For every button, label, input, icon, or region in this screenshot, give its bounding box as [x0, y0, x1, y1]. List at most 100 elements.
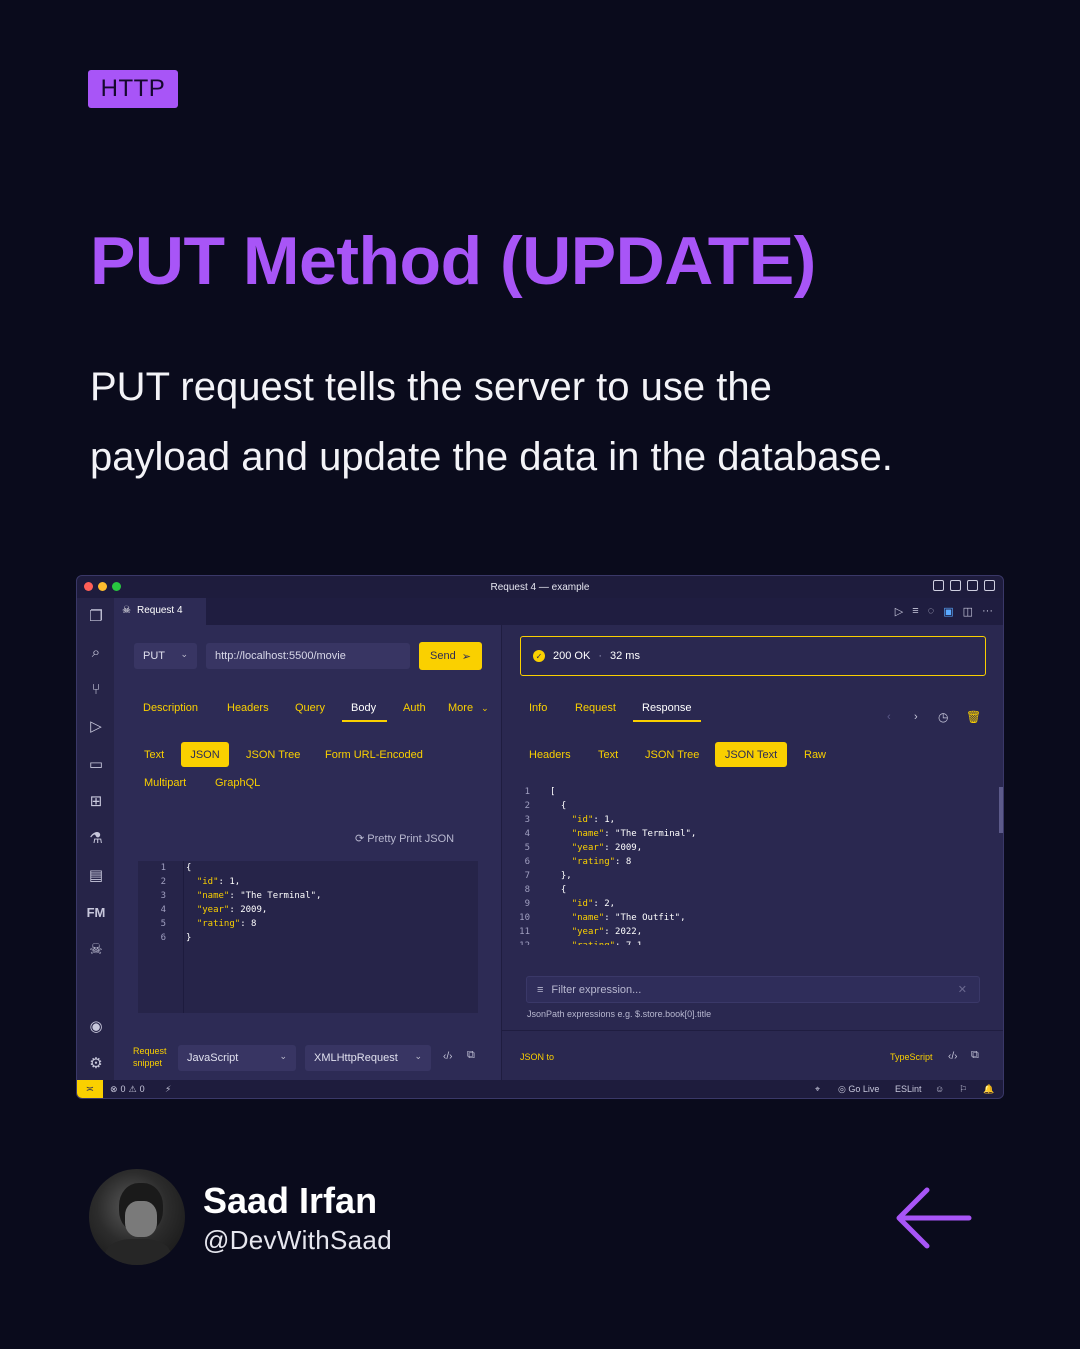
body-type-json[interactable]: JSON — [181, 742, 229, 767]
tab-request-4[interactable]: ☠ Request 4 — [114, 598, 206, 625]
divider — [502, 1030, 1003, 1031]
code-icon[interactable]: ‹/› — [948, 1051, 957, 1062]
go-live-button[interactable]: ◎ Go Live — [838, 1084, 879, 1095]
forward-icon[interactable]: › — [914, 711, 918, 723]
copilot-icon[interactable]: ☺ — [935, 1084, 944, 1094]
pretty-print-json-button[interactable]: ⟳ Pretty Print JSON — [355, 832, 454, 845]
body-type-json-tree[interactable]: JSON Tree — [246, 749, 300, 761]
split-editor-icon[interactable]: ◫ — [963, 605, 973, 618]
compare-icon[interactable]: ≡ — [912, 605, 918, 618]
body-type-text[interactable]: Text — [144, 749, 164, 761]
location-icon[interactable]: ⌖ — [815, 1084, 820, 1095]
code-line: 2 "id": 1, — [138, 875, 478, 889]
slide-title: PUT Method (UPDATE) — [90, 223, 816, 299]
history-icon[interactable]: ◷ — [938, 710, 948, 724]
preview-icon[interactable]: ▣ — [943, 605, 953, 618]
account-icon[interactable]: ◉ — [86, 1016, 106, 1036]
view-json-text[interactable]: JSON Text — [715, 742, 787, 767]
url-input[interactable]: http://localhost:5500/movie — [206, 643, 410, 669]
tab-info[interactable]: Info — [529, 702, 547, 714]
close-button[interactable] — [84, 582, 93, 591]
avatar — [89, 1169, 185, 1265]
tab-response[interactable]: Response — [642, 702, 692, 714]
tab-body[interactable]: Body — [351, 702, 376, 714]
response-json-viewer[interactable]: 1[2 {3 "id": 1, 4 "name": "The Terminal",… — [502, 785, 1003, 945]
trash-icon[interactable]: 🗑 — [966, 710, 981, 724]
extensions-icon[interactable]: ⊞ — [86, 791, 106, 811]
tab-more-label: More — [448, 702, 474, 714]
line-number: 5 — [524, 843, 530, 853]
send-label: Send — [430, 650, 456, 662]
run-icon[interactable]: ▷ — [895, 605, 903, 618]
send-button[interactable]: Send ➢ — [419, 642, 482, 670]
code-lines: 1{2 "id": 1, 3 "name": "The Terminal", 4 "… — [138, 861, 478, 945]
pretty-print-label: Pretty Print JSON — [367, 833, 455, 845]
body-type-graphql[interactable]: GraphQL — [215, 777, 260, 789]
testing-icon[interactable]: ⚗ — [86, 828, 106, 848]
request-body-editor[interactable]: 1{2 "id": 1, 3 "name": "The Terminal", 4 "… — [138, 861, 478, 1013]
problems-indicator[interactable]: ⊗ 0 ⚠ 0 — [110, 1084, 145, 1095]
remote-explorer-icon[interactable]: ▭ — [86, 754, 106, 774]
typescript-label[interactable]: TypeScript — [890, 1052, 933, 1062]
line-number: 2 — [160, 877, 166, 887]
toggle-secondary-sidebar-icon[interactable] — [967, 580, 978, 591]
tab-more[interactable]: More ⌄ — [448, 702, 489, 714]
filter-expression-input[interactable]: ≡ Filter expression... ✕ — [526, 976, 980, 1003]
tab-request[interactable]: Request — [575, 702, 616, 714]
body-type-multipart[interactable]: Multipart — [144, 777, 186, 789]
more-actions-icon[interactable]: ··· — [982, 605, 993, 618]
chat-icon[interactable]: ◌ — [928, 605, 935, 618]
line-text: } — [186, 933, 192, 943]
run-debug-icon[interactable]: ▷ — [86, 716, 106, 736]
tab-query[interactable]: Query — [295, 702, 325, 714]
remote-indicator-icon[interactable]: ≍ — [77, 1080, 103, 1098]
scrollbar[interactable] — [999, 787, 1003, 833]
body-type-form-url-encoded[interactable]: Form URL-Encoded — [325, 749, 423, 761]
snippet-label-line-1: Request — [133, 1046, 167, 1056]
snippet-language-select[interactable]: JavaScript ⌄ — [178, 1045, 296, 1071]
line-text: "id": 1, — [196, 877, 241, 887]
view-json-tree[interactable]: JSON Tree — [645, 749, 699, 761]
line-number: 6 — [160, 933, 166, 943]
code-icon[interactable]: ‹/› — [443, 1051, 452, 1062]
slide-subtitle: PUT request tells the server to use the … — [90, 365, 893, 479]
tab-auth[interactable]: Auth — [403, 702, 426, 714]
arrow-left-icon[interactable] — [893, 1186, 973, 1252]
customize-layout-icon[interactable] — [984, 580, 995, 591]
minimize-button[interactable] — [98, 582, 107, 591]
fm-icon[interactable]: FM — [86, 902, 106, 922]
sync-icon[interactable]: ⚡ — [165, 1084, 171, 1095]
notifications-bell-icon[interactable]: 🔔 — [983, 1084, 994, 1095]
copy-icon[interactable]: ⧉ — [467, 1049, 475, 1062]
tab-description[interactable]: Description — [143, 702, 198, 714]
clear-icon[interactable]: ✕ — [958, 983, 967, 996]
code-line: 7 }, — [502, 869, 1003, 883]
toggle-sidebar-icon[interactable] — [933, 580, 944, 591]
folder-icon[interactable]: ▤ — [86, 865, 106, 885]
back-icon[interactable]: ‹ — [887, 711, 891, 723]
tab-headers[interactable]: Headers — [227, 702, 269, 714]
copy-icon[interactable]: ⧉ — [971, 1049, 979, 1062]
response-time: 32 ms — [609, 650, 640, 662]
line-number: 9 — [524, 899, 530, 909]
code-line: 6} — [138, 931, 478, 945]
search-icon[interactable]: ⌕ — [86, 642, 106, 662]
maximize-button[interactable] — [112, 582, 121, 591]
snippet-library-select[interactable]: XMLHttpRequest ⌄ — [305, 1045, 431, 1071]
source-control-icon[interactable]: ⑂ — [86, 679, 106, 699]
line-number: 4 — [160, 905, 166, 915]
toggle-panel-icon[interactable] — [950, 580, 961, 591]
feedback-icon[interactable]: ⚐ — [959, 1084, 967, 1095]
line-number: 4 — [524, 829, 530, 839]
line-number: 7 — [524, 871, 530, 881]
thunder-client-icon[interactable]: ☠ — [86, 939, 106, 959]
settings-gear-icon[interactable]: ⚙ — [86, 1053, 106, 1073]
thunder-client-tab-icon: ☠ — [122, 605, 131, 616]
view-text[interactable]: Text — [598, 749, 618, 761]
view-raw[interactable]: Raw — [804, 749, 826, 761]
line-number: 6 — [524, 857, 530, 867]
explorer-icon[interactable]: ❐ — [86, 606, 106, 626]
view-headers[interactable]: Headers — [529, 749, 571, 761]
method-select[interactable]: PUT ⌄ — [134, 643, 197, 669]
eslint-status[interactable]: ESLint — [895, 1084, 922, 1094]
